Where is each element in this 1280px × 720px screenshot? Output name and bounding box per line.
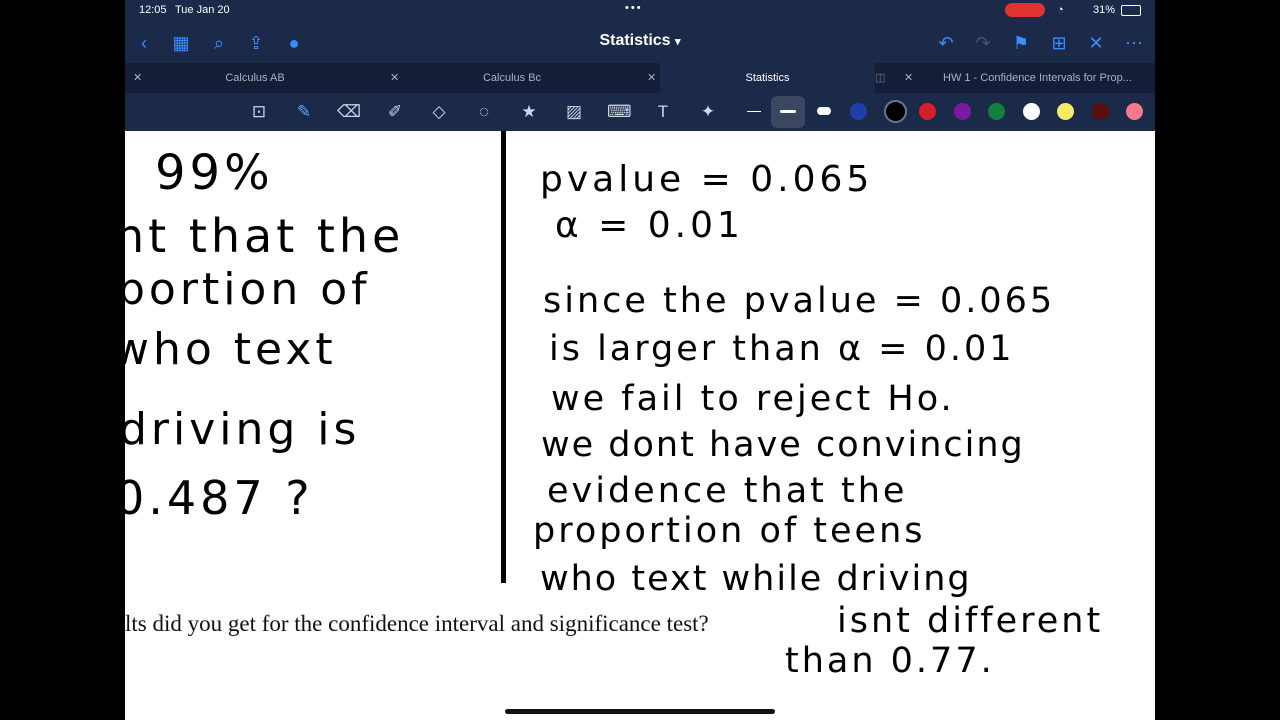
handwritten-line: who text while driving bbox=[540, 559, 972, 599]
tab-close-icon[interactable]: ✕ bbox=[133, 71, 142, 84]
color-swatch-purple[interactable] bbox=[954, 103, 971, 120]
more-icon[interactable]: ⋯ bbox=[1123, 32, 1145, 54]
multitask-dots-icon[interactable]: ••• bbox=[625, 2, 643, 14]
tab-hw1[interactable]: HW 1 - Confidence Intervals for Prop... bbox=[917, 63, 1155, 93]
handwritten-line: evidence that the bbox=[547, 471, 908, 511]
text-box-icon[interactable]: T bbox=[651, 100, 675, 124]
redo-icon[interactable]: ↷ bbox=[972, 32, 994, 54]
image-icon[interactable]: ▨ bbox=[562, 100, 586, 124]
battery-icon bbox=[1121, 5, 1141, 16]
color-swatch-maroon[interactable] bbox=[1092, 103, 1109, 120]
handwritten-line: driving is bbox=[125, 404, 361, 455]
color-swatch-yellow[interactable] bbox=[1057, 103, 1074, 120]
sticker-icon[interactable]: ★ bbox=[517, 100, 541, 124]
add-page-icon[interactable]: ⊞ bbox=[1048, 32, 1070, 54]
handwritten-line: isnt different bbox=[837, 601, 1104, 641]
handwritten-line: portion of bbox=[125, 264, 371, 315]
stroke-width-medium[interactable] bbox=[780, 110, 796, 113]
undo-icon[interactable]: ↶ bbox=[935, 32, 957, 54]
tab-close-icon[interactable]: ✕ bbox=[647, 71, 656, 84]
color-swatch-green[interactable] bbox=[988, 103, 1005, 120]
lasso-icon[interactable]: ◌ bbox=[472, 100, 496, 124]
handwritten-line: 0.487 ? bbox=[125, 471, 314, 525]
home-indicator[interactable] bbox=[505, 709, 775, 714]
ipad-screen: 12:05 Tue Jan 20 ••• ◔ 31% ‹ ▦ ⌕ ⇪ ● Sta… bbox=[125, 0, 1155, 720]
app-top-bar: 12:05 Tue Jan 20 ••• ◔ 31% ‹ ▦ ⌕ ⇪ ● Sta… bbox=[125, 0, 1155, 131]
color-swatch-red[interactable] bbox=[919, 103, 936, 120]
column-divider-stroke bbox=[501, 131, 506, 583]
eraser-icon[interactable]: ⌫ bbox=[337, 100, 361, 124]
status-date: Tue Jan 20 bbox=[175, 4, 230, 16]
highlighter-icon[interactable]: ✐ bbox=[383, 100, 407, 124]
handwritten-line: 99% bbox=[155, 145, 274, 201]
handwritten-line: since the pvalue = 0.065 bbox=[543, 281, 1056, 321]
handwritten-line: who text bbox=[125, 324, 337, 375]
tab-close-icon[interactable]: ✕ bbox=[390, 71, 399, 84]
tab-calculus-bc[interactable]: Calculus Bc bbox=[402, 63, 622, 93]
color-swatch-pink[interactable] bbox=[1126, 103, 1143, 120]
pen-icon[interactable]: ✎ bbox=[292, 100, 316, 124]
color-swatch-blue[interactable] bbox=[850, 103, 867, 120]
tab-calculus-ab[interactable]: Calculus AB bbox=[145, 63, 365, 93]
status-time: 12:05 bbox=[139, 4, 167, 16]
handwritten-line: α = 0.01 bbox=[555, 205, 744, 246]
stroke-width-thick[interactable] bbox=[817, 107, 831, 115]
battery-level: 31% bbox=[1093, 4, 1116, 16]
wifi-icon: ◔ bbox=[1057, 4, 1064, 16]
tab-close-icon[interactable]: ✕ bbox=[904, 71, 913, 84]
worksheet-question-text: lts did you get for the confidence inter… bbox=[125, 611, 709, 636]
lasso-zoom-icon[interactable]: ⊡ bbox=[247, 100, 271, 124]
handwritten-line: than 0.77. bbox=[785, 641, 995, 681]
stroke-width-thin[interactable] bbox=[747, 111, 761, 112]
color-swatch-black-selected[interactable] bbox=[884, 100, 907, 123]
document-title-text: Statistics bbox=[599, 32, 671, 49]
document-title[interactable]: Statistics ▾ bbox=[125, 32, 1155, 50]
handwritten-line: we fail to reject Ho. bbox=[551, 379, 955, 419]
handwritten-line: pvalue = 0.065 bbox=[540, 159, 874, 200]
chevron-down-icon: ▾ bbox=[675, 36, 681, 48]
color-swatch-white[interactable] bbox=[1023, 103, 1040, 120]
shapes-icon[interactable]: ◇ bbox=[427, 100, 451, 124]
tab-statistics[interactable]: Statistics bbox=[660, 63, 875, 93]
tab-bar: ✕ Calculus AB ✕ Calculus Bc ✕ Statistics… bbox=[125, 63, 1155, 93]
close-x-icon[interactable]: ✕ bbox=[1085, 32, 1107, 54]
drawing-toolbar: ⊡ ✎ ⌫ ✐ ◇ ◌ ★ ▨ ⌨ T ✦ bbox=[125, 93, 1155, 131]
laser-pointer-icon[interactable]: ✦ bbox=[696, 100, 720, 124]
handwritten-line: we dont have convincing bbox=[541, 425, 1025, 465]
split-view-icon[interactable]: ◫ bbox=[875, 71, 885, 84]
bookmark-icon[interactable]: ⚑ bbox=[1010, 32, 1032, 54]
handwritten-line: proportion of teens bbox=[533, 511, 926, 551]
handwritten-line: nt that the bbox=[125, 209, 405, 263]
screen-record-icon[interactable] bbox=[1005, 3, 1045, 17]
keyboard-icon[interactable]: ⌨ bbox=[607, 100, 632, 124]
note-canvas[interactable]: 99% nt that the portion of who text driv… bbox=[125, 131, 1155, 720]
handwritten-line: is larger than α = 0.01 bbox=[549, 329, 1015, 369]
